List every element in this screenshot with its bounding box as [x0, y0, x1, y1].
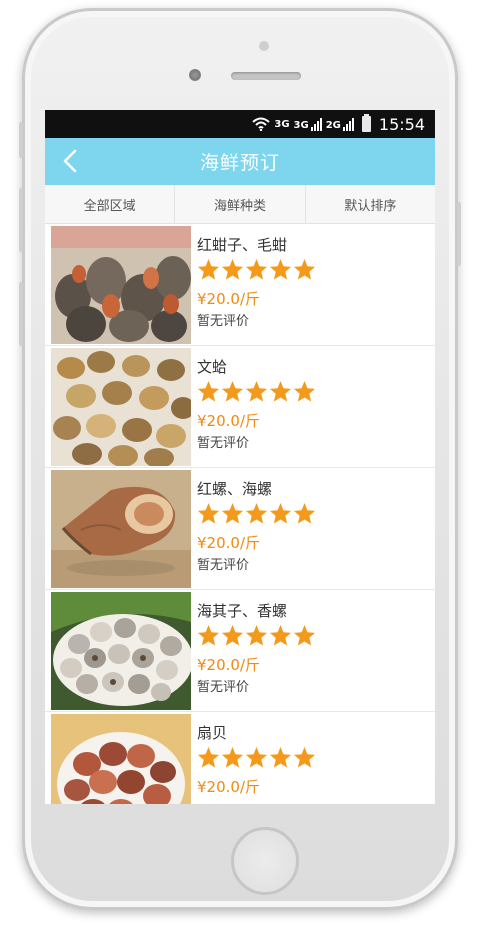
item-name: 扇贝: [197, 724, 228, 742]
volume-up-button[interactable]: [19, 188, 23, 252]
star-icon: [293, 258, 316, 279]
filter-area-tab[interactable]: 全部区域: [45, 185, 176, 223]
item-review: 暂无评价: [197, 680, 250, 695]
list-item[interactable]: 扇贝 ¥20.0/斤: [45, 712, 435, 804]
battery-icon: [361, 114, 371, 132]
star-icon: [221, 258, 244, 279]
item-thumbnail: [51, 470, 191, 588]
star-icon: [293, 380, 316, 401]
wifi-icon: [252, 117, 271, 131]
volume-down-button[interactable]: [19, 282, 23, 346]
item-thumbnail: [51, 226, 191, 344]
item-review: 暂无评价: [197, 436, 250, 451]
item-name: 红蚶子、毛蚶: [197, 236, 288, 254]
star-icon: [245, 624, 268, 645]
earpiece-speaker: [231, 72, 301, 80]
star-icon: [293, 502, 316, 523]
star-icon: [197, 502, 220, 523]
star-icon: [197, 258, 220, 279]
signal-icon-1: 3G: [294, 117, 322, 131]
front-camera: [189, 69, 201, 81]
rating-stars: [197, 378, 435, 404]
item-thumbnail: [51, 714, 191, 804]
filter-sort-tab[interactable]: 默认排序: [306, 185, 435, 223]
star-icon: [269, 746, 292, 767]
star-icon: [221, 502, 244, 523]
item-review: 暂无评价: [197, 314, 250, 329]
rating-stars: [197, 622, 435, 648]
list-item[interactable]: 红蚶子、毛蚶 ¥20.0/斤 暂无评价: [45, 224, 435, 346]
item-price: ¥20.0/斤: [197, 778, 260, 796]
star-icon: [269, 502, 292, 523]
item-name: 红螺、海螺: [197, 480, 273, 498]
filter-bar: 全部区域 海鲜种类 默认排序: [45, 185, 435, 224]
star-icon: [245, 746, 268, 767]
star-icon: [269, 624, 292, 645]
rating-stars: [197, 744, 435, 770]
item-thumbnail: [51, 592, 191, 710]
status-time: 15:54: [378, 114, 425, 134]
seafood-list: 红蚶子、毛蚶 ¥20.0/斤 暂无评价 文蛤 ¥20.0/斤 暂无评价 红螺、海…: [45, 224, 435, 804]
star-icon: [245, 258, 268, 279]
star-icon: [197, 380, 220, 401]
network-label-1: 3G: [274, 118, 290, 130]
item-thumbnail: [51, 348, 191, 466]
app-screen: 3G 3G 2G 15:54 海鲜预订 全部区域 海鲜种类 默认排序 红蚶子、毛…: [45, 110, 435, 804]
star-icon: [221, 746, 244, 767]
power-button[interactable]: [457, 202, 461, 266]
mute-switch[interactable]: [19, 122, 23, 158]
star-icon: [221, 380, 244, 401]
star-icon: [245, 502, 268, 523]
rating-stars: [197, 500, 435, 526]
item-price: ¥20.0/斤: [197, 534, 260, 552]
list-item[interactable]: 红螺、海螺 ¥20.0/斤 暂无评价: [45, 468, 435, 590]
item-price: ¥20.0/斤: [197, 412, 260, 430]
star-icon: [245, 380, 268, 401]
star-icon: [269, 258, 292, 279]
item-name: 海其子、香螺: [197, 602, 288, 620]
title-bar: 海鲜预订: [45, 138, 435, 185]
status-bar: 3G 3G 2G 15:54: [45, 110, 435, 138]
item-price: ¥20.0/斤: [197, 656, 260, 674]
network-label-3: 2G: [325, 120, 341, 131]
star-icon: [293, 746, 316, 767]
star-icon: [293, 624, 316, 645]
list-item[interactable]: 文蛤 ¥20.0/斤 暂无评价: [45, 346, 435, 468]
page-title: 海鲜预订: [199, 152, 280, 174]
rating-stars: [197, 256, 435, 282]
filter-category-tab[interactable]: 海鲜种类: [175, 185, 306, 223]
list-item[interactable]: 海其子、香螺 ¥20.0/斤 暂无评价: [45, 590, 435, 712]
back-arrow-icon[interactable]: [59, 148, 85, 174]
item-review: 暂无评价: [197, 558, 250, 573]
home-button[interactable]: [231, 827, 299, 895]
signal-icon-2: 2G: [326, 117, 354, 131]
network-label-2: 3G: [293, 120, 309, 131]
item-price: ¥20.0/斤: [197, 290, 260, 308]
star-icon: [269, 380, 292, 401]
star-icon: [197, 624, 220, 645]
star-icon: [221, 624, 244, 645]
star-icon: [197, 746, 220, 767]
sensor-dot: [259, 41, 269, 51]
item-name: 文蛤: [197, 358, 228, 376]
